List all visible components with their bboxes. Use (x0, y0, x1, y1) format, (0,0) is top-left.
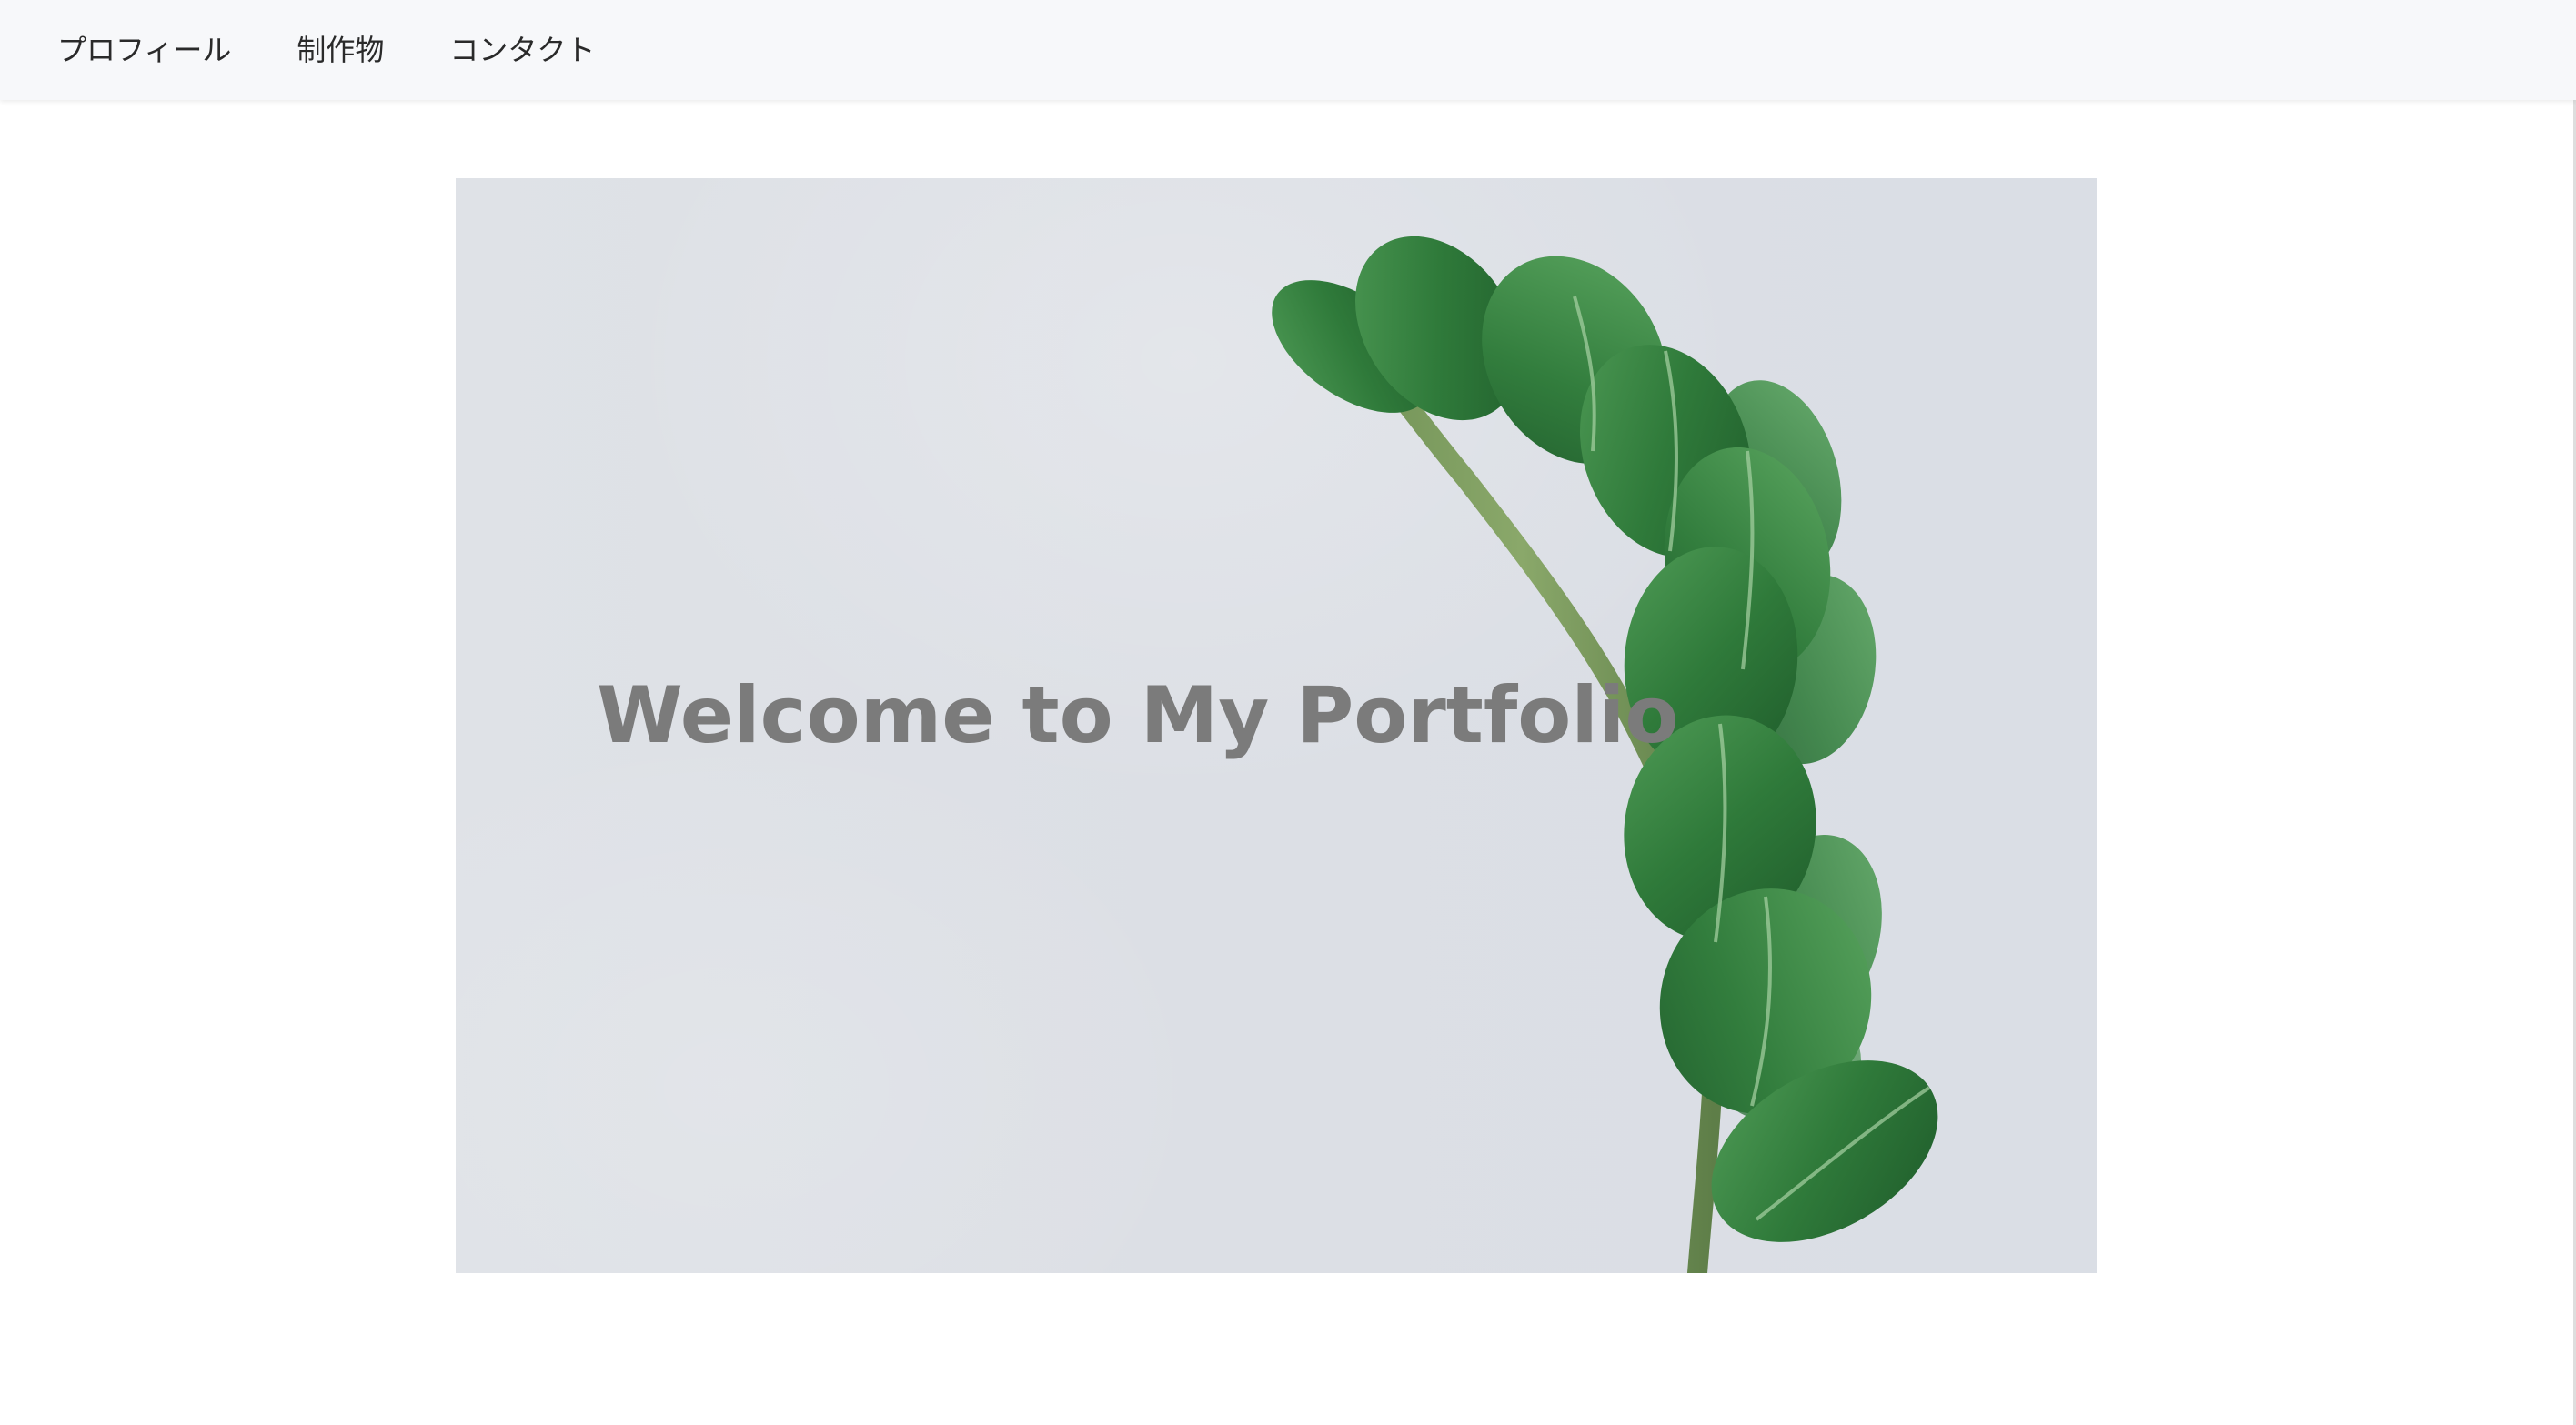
page: プロフィール 制作物 コンタクト Welcome to My Portfolio (0, 0, 2576, 1425)
hero-banner: Welcome to My Portfolio (456, 178, 2097, 1273)
top-navbar: プロフィール 制作物 コンタクト (0, 0, 2576, 100)
hero-title: Welcome to My Portfolio (597, 670, 1679, 761)
nav-link-contact[interactable]: コンタクト (449, 35, 595, 65)
nav-link-works[interactable]: 制作物 (297, 35, 384, 65)
nav-link-profile[interactable]: プロフィール (57, 35, 231, 65)
